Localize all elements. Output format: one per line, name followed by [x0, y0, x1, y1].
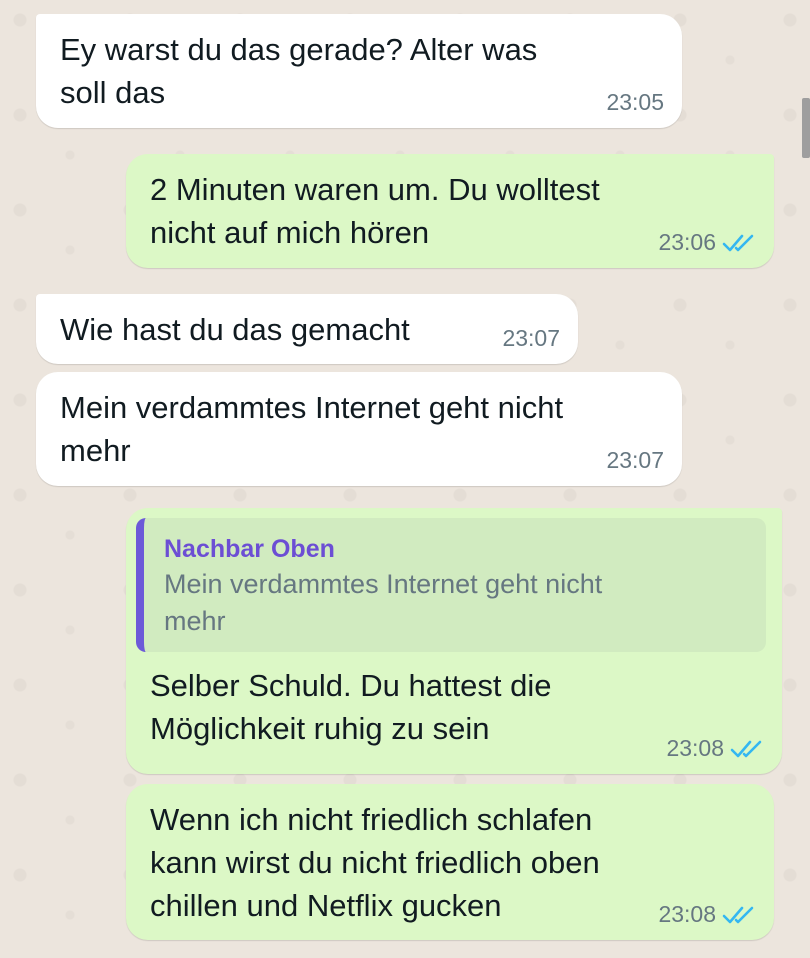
double-check-icon	[722, 905, 756, 925]
message-bubble-outgoing[interactable]: 2 Minuten waren um. Du wolltest nicht au…	[126, 154, 774, 268]
message-time: 23:07	[502, 325, 560, 351]
quoted-message-text: Mein verdammtes Internet geht nicht mehr	[164, 569, 603, 636]
quoted-message[interactable]: Nachbar Oben Mein verdammtes Internet ge…	[136, 518, 766, 652]
message-time: 23:08	[658, 901, 716, 927]
double-check-icon	[730, 739, 764, 759]
message-meta: 23:07	[502, 325, 560, 352]
message-text: Ey warst du das gerade? Alter was soll d…	[60, 32, 538, 110]
message-meta: 23:05	[606, 89, 664, 116]
message-meta: 23:08	[666, 735, 764, 762]
quoted-message-author: Nachbar Oben	[164, 535, 335, 563]
message-text: Wie hast du das gemacht	[60, 312, 410, 347]
message-bubble-incoming[interactable]: Wie hast du das gemacht 23:07	[36, 294, 578, 364]
message-meta: 23:08	[658, 901, 756, 928]
message-bubble-outgoing-reply[interactable]: Nachbar Oben Mein verdammtes Internet ge…	[126, 508, 782, 774]
message-time: 23:08	[666, 735, 724, 761]
message-bubble-incoming[interactable]: Mein verdammtes Internet geht nicht mehr…	[36, 372, 682, 486]
message-time: 23:06	[658, 229, 716, 255]
message-text: Mein verdammtes Internet geht nicht mehr	[60, 390, 564, 468]
message-bubble-outgoing[interactable]: Wenn ich nicht friedlich schlafen kann w…	[126, 784, 774, 940]
message-meta: 23:07	[606, 447, 664, 474]
message-time: 23:05	[606, 89, 664, 115]
message-time: 23:07	[606, 447, 664, 473]
scrollbar[interactable]	[802, 98, 810, 158]
message-meta: 23:06	[658, 229, 756, 256]
message-bubble-incoming[interactable]: Ey warst du das gerade? Alter was soll d…	[36, 14, 682, 128]
double-check-icon	[722, 233, 756, 253]
